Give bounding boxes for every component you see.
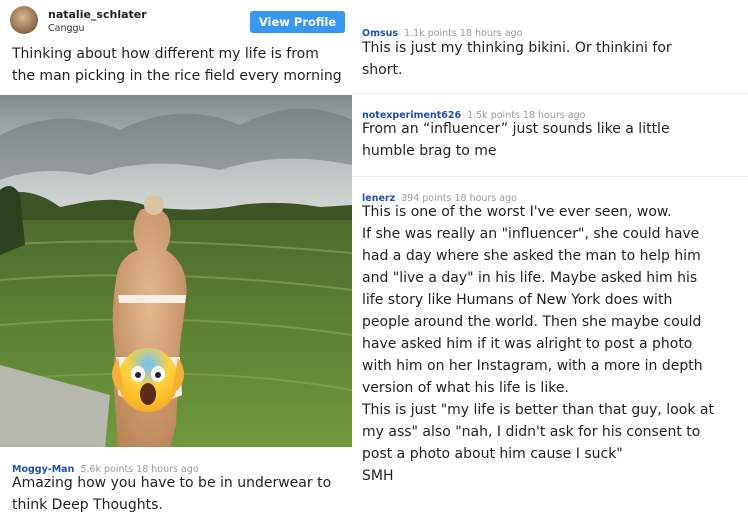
comment-line: This is just my thinking bikini. Or thin…: [362, 40, 672, 56]
comment-line: have asked him if it was alright to post…: [362, 336, 693, 352]
comment-line: If she was really an "influencer", she c…: [362, 226, 700, 242]
comment-line: post a photo about him cause I suck": [362, 446, 623, 462]
comment-line: version of what his life is like.: [362, 380, 569, 396]
comment-line: people around the world. Then she maybe …: [362, 314, 702, 330]
comment-line: my ass" also "nah, I didn't ask for his …: [362, 424, 701, 440]
comment-text: This is one of the worst I've ever seen,…: [362, 201, 742, 487]
comment-line: and "live a day" in his life. Maybe aske…: [362, 270, 698, 286]
comment-card: Omsus 1.1k points 18 hours ago This is ju…: [352, 0, 748, 93]
comment-line: This is one of the worst I've ever seen,…: [362, 204, 672, 220]
comment-line: short.: [362, 62, 403, 78]
comment-text: This is just my thinking bikini. Or thin…: [362, 37, 742, 81]
comment-line: with him on her Instagram, with a more i…: [362, 358, 703, 374]
comment-card: lenerz 394 points 18 hours ago This is on…: [352, 177, 748, 521]
post-location[interactable]: Canggu: [48, 23, 85, 34]
comment-line: This is just "my life is better than tha…: [362, 402, 714, 418]
comment-text: From an “influencer” just sounds like a …: [362, 118, 742, 162]
hair-bun: [144, 195, 164, 215]
comment-line: think Deep Thoughts.: [12, 497, 163, 513]
avatar[interactable]: [10, 6, 38, 34]
comment-text: Amazing how you have to be in underwear …: [12, 472, 344, 516]
instagram-post: natalie_schlater Canggu View Profile Thi…: [0, 0, 352, 521]
bikini-top: [118, 295, 186, 303]
post-username[interactable]: natalie_schlater: [48, 8, 147, 21]
comment-line: From an “influencer” just sounds like a …: [362, 121, 670, 137]
comment-line: Amazing how you have to be in underwear …: [12, 475, 332, 491]
view-profile-button[interactable]: View Profile: [250, 11, 345, 33]
comment-line: SMH: [362, 468, 394, 484]
comment-line: had a day where she asked the man to hel…: [362, 248, 701, 264]
comment-card: notexperiment626 1.5k points 18 hours ago…: [352, 94, 748, 176]
post-caption: Thinking about how different my life is …: [12, 46, 342, 84]
comment-line: humble brag to me: [362, 143, 497, 159]
post-header: natalie_schlater Canggu View Profile: [0, 0, 352, 40]
comment-line: life story like Humans of New York does …: [362, 292, 673, 308]
post-photo: [0, 95, 352, 447]
